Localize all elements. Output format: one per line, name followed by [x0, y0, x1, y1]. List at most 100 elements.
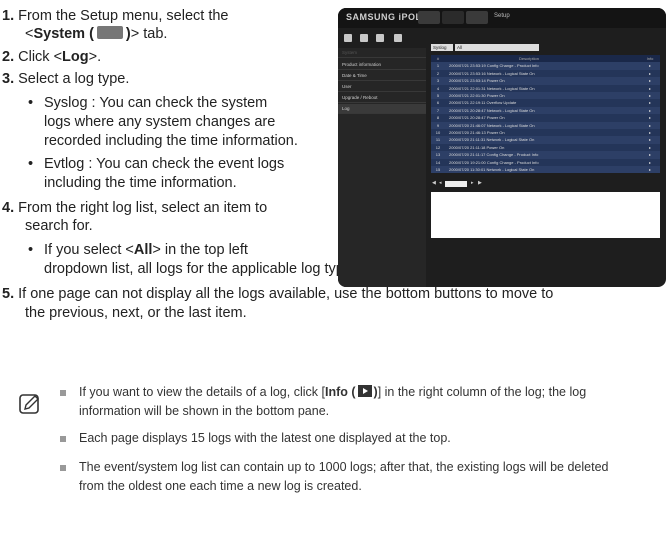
step-5: 5. If one page can not display all the l… — [2, 285, 553, 303]
info-play-icon[interactable]: ▸ — [643, 136, 657, 143]
row-description: 2000/07/21 23:53:19 Config Change - Prod… — [449, 63, 539, 69]
table-row[interactable]: 12 2000/07/20 21:11:18 Power On ▸ — [431, 143, 660, 152]
table-row[interactable]: 9 2000/07/20 21:46:07 Network - Logical S… — [431, 121, 660, 129]
last-page-icon[interactable]: ▶ — [478, 180, 482, 186]
bullet-dot: • — [28, 242, 34, 258]
note-text: from the oldest one each time a new log … — [79, 479, 362, 493]
note-bullet — [60, 465, 66, 471]
info-pane — [431, 192, 660, 238]
row-description: 2000/07/21 23:53:14 Power On — [449, 78, 505, 84]
info-play-icon[interactable]: ▸ — [643, 92, 657, 99]
table-row[interactable]: 3 2000/07/21 23:53:14 Power On ▸ — [431, 77, 660, 85]
video-icon — [344, 34, 352, 42]
table-row[interactable]: 10 2000/07/20 21:46:13 Power On ▸ — [431, 129, 660, 137]
all-label: All — [133, 242, 153, 258]
row-number: 10 — [435, 130, 441, 135]
note-text: The event/system log list can contain up… — [79, 460, 609, 474]
row-number: 13 — [435, 152, 441, 158]
filter-select[interactable]: All — [455, 44, 539, 51]
table-row[interactable]: 2 2000/07/21 23:53:16 Network - Logical S… — [431, 69, 660, 78]
table-row[interactable]: 8 2000/07/21 20:28:47 Power On ▸ — [431, 114, 660, 122]
info-play-icon[interactable]: ▸ — [643, 99, 657, 106]
row-description: 2000/07/21 22:01:31 Network - Logical St… — [449, 85, 535, 91]
row-number: 2 — [436, 70, 440, 76]
table-row[interactable]: 6 2000/07/21 22:19:11 Overflow Update ▸ — [431, 99, 660, 107]
note-text: information will be shown in the bottom … — [79, 404, 330, 418]
sidebar: System Product information Date & Time U… — [338, 48, 426, 287]
info-play-icon[interactable]: ▸ — [643, 114, 657, 121]
row-number: 11 — [435, 137, 441, 143]
network-icon — [360, 34, 368, 42]
sidebar-item-date-time[interactable]: Date & Time — [338, 71, 426, 81]
info-play-icon[interactable]: ▸ — [643, 77, 657, 84]
bullet-text: Evtlog : You can check the event logs — [44, 156, 285, 172]
info-play-icon[interactable]: ▸ — [643, 159, 657, 166]
note-bullet — [60, 390, 66, 396]
table-row[interactable]: 7 2000/07/21 20:28:47 Network - Logical S… — [431, 106, 660, 115]
col-number: # — [436, 56, 440, 61]
table-row[interactable]: 11 2000/07/20 21:11:31 Network - Logical … — [431, 136, 660, 144]
bullet-text: Syslog : You can check the system — [44, 95, 268, 111]
table-row[interactable]: 15 2000/07/20 11:30:01 Network - Logical … — [431, 166, 660, 174]
bullet-text: including the time information. — [44, 175, 237, 191]
sidebar-header: System — [338, 48, 426, 58]
table-header: # Description Info — [431, 55, 660, 63]
sidebar-item-user[interactable]: User — [338, 82, 426, 92]
bullet-dot: • — [28, 156, 34, 172]
log-panel: Syslog All # Description Info 1 2000/07/2… — [431, 44, 660, 284]
info-play-icon[interactable]: ▸ — [643, 107, 657, 114]
log-type-select[interactable]: Syslog — [431, 44, 453, 51]
first-page-icon[interactable]: ◀ — [432, 180, 436, 186]
note-pencil-icon — [19, 394, 39, 414]
next-page-icon[interactable]: ▸ — [471, 180, 474, 186]
col-info: Info — [646, 56, 654, 61]
step-1-line-2: <System ()> tab. — [25, 25, 167, 44]
step-2: 2. Click <Log>. — [2, 48, 101, 66]
row-description: 2000/07/21 23:53:16 Network - Logical St… — [449, 70, 535, 76]
info-play-icon[interactable]: ▸ — [643, 122, 657, 129]
row-description: 2000/07/20 11:30:01 Network - Logical St… — [449, 167, 535, 172]
sidebar-item-product-info[interactable]: Product information — [338, 60, 426, 70]
row-description: 2000/07/20 21:11:17 Config Change - Prod… — [449, 152, 539, 158]
info-play-icon[interactable]: ▸ — [643, 129, 657, 136]
info-play-icon[interactable]: ▸ — [643, 151, 657, 158]
row-description: 2000/07/21 22:19:11 Overflow Update — [449, 100, 517, 106]
info-play-icon — [357, 385, 372, 397]
row-number: 5 — [436, 93, 440, 98]
step-3: 3. Select a log type. — [2, 70, 129, 88]
row-description: 2000/07/20 21:46:07 Network - Logical St… — [449, 122, 535, 128]
step-4: 4. From the right log list, select an it… — [2, 199, 267, 217]
info-play-icon[interactable]: ▸ — [643, 70, 657, 77]
info-play-icon[interactable]: ▸ — [643, 166, 657, 173]
setup-tab-icon — [466, 11, 488, 24]
bullet-dot: • — [28, 95, 34, 111]
note-text-post: ] in the right column of the log; the lo… — [377, 385, 587, 399]
step-text: Click < — [18, 49, 63, 65]
table-row[interactable]: 4 2000/07/21 22:01:31 Network - Logical S… — [431, 84, 660, 92]
row-number: 14 — [435, 159, 441, 165]
system-tab-icon — [96, 26, 123, 39]
step-text: From the right log list, select an item … — [18, 200, 268, 216]
note-text: Each page displays 15 logs with the late… — [79, 431, 451, 445]
sidebar-item-log[interactable]: Log — [338, 104, 426, 114]
step-number: 4. — [2, 200, 15, 216]
sidebar-item-upgrade[interactable]: Upgrade / Reboot — [338, 93, 426, 103]
note-text: If you want to view the details of a log… — [79, 383, 659, 402]
row-description: 2000/07/21 22:01:30 Power On — [449, 93, 505, 98]
info-play-icon[interactable]: ▸ — [643, 85, 657, 92]
table-row[interactable]: 14 2000/07/20 19:21:00 Config Change - Pr… — [431, 158, 660, 166]
bullet-text: logs where any system changes are — [44, 114, 276, 130]
table-row[interactable]: 5 2000/07/21 22:01:30 Power On ▸ — [431, 92, 660, 100]
row-description: 2000/07/20 21:11:31 Network - Logical St… — [449, 137, 535, 143]
page-input[interactable] — [445, 181, 467, 187]
table-row[interactable]: 13 2000/07/20 21:11:17 Config Change - Pr… — [431, 151, 660, 159]
info-play-icon[interactable]: ▸ — [643, 62, 657, 69]
table-row[interactable]: 1 2000/07/21 23:53:19 Config Change - Pro… — [431, 62, 660, 70]
row-number: 7 — [436, 107, 440, 113]
info-label: Info ( — [324, 385, 356, 399]
row-number: 12 — [435, 144, 441, 150]
step-text: From the Setup menu, select the — [18, 8, 229, 24]
info-play-icon[interactable]: ▸ — [643, 144, 657, 151]
log-label: Log — [62, 49, 89, 65]
prev-page-icon[interactable]: ◂ — [439, 180, 442, 186]
